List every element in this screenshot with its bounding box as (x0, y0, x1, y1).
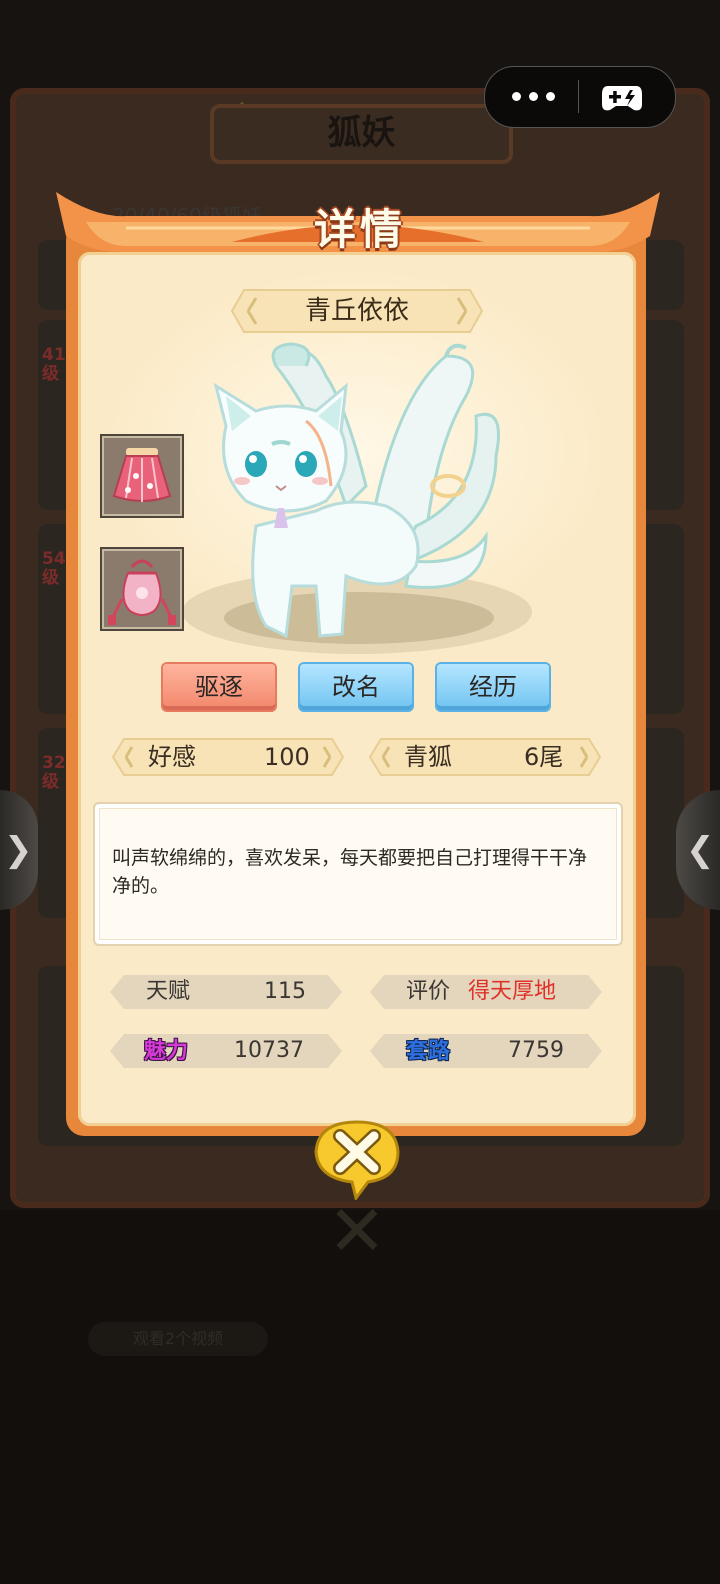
expel-button[interactable]: 驱逐 (163, 664, 275, 710)
background-close-icon: ✕ (327, 1190, 387, 1272)
rating-value: 得天厚地 (468, 979, 557, 1004)
pouch-item-icon (108, 559, 176, 625)
close-button[interactable] (312, 1118, 402, 1200)
equipment-slot-skirt[interactable] (100, 434, 184, 518)
description-text: 叫声软绵绵的，喜欢发呆，每天都要把自己打理得干干净净的。 (112, 847, 588, 897)
species-label: 青狐 (404, 743, 452, 771)
previous-arrow-button[interactable]: ❯ (0, 790, 38, 910)
background-title: 狐妖 (210, 104, 513, 164)
tactics-bar (370, 1034, 602, 1068)
affection-value: 100 (264, 743, 310, 771)
rating-label: 评价 (406, 979, 451, 1004)
capsule-divider (578, 80, 579, 113)
charm-badge-icon: 魅力 (144, 1039, 189, 1064)
fox-character-art (213, 342, 500, 639)
talent-label: 天赋 (146, 979, 191, 1004)
rename-button[interactable]: 改名 (300, 664, 412, 710)
talent-value: 115 (264, 979, 306, 1004)
equipment-slot-pouch[interactable] (100, 547, 184, 631)
tail-count: 6尾 (524, 743, 564, 771)
talent-bar (110, 975, 342, 1009)
more-options-icon[interactable] (512, 86, 558, 106)
chevron-right-icon: ❮ (686, 830, 715, 870)
charm-value: 10737 (234, 1038, 304, 1063)
affection-label: 好感 (148, 743, 196, 771)
chevron-left-icon: ❯ (4, 830, 33, 870)
tactics-badge-icon: 套路 (406, 1039, 451, 1064)
history-button[interactable]: 经历 (437, 664, 549, 710)
background-pill: 观看2个视频 (88, 1322, 268, 1356)
dialog-title: 详情 (313, 205, 406, 254)
tactics-value: 7759 (508, 1038, 564, 1063)
skirt-item-icon (112, 448, 172, 502)
gamepad-icon[interactable] (600, 82, 644, 114)
fox-name: 青丘依依 (304, 296, 409, 326)
